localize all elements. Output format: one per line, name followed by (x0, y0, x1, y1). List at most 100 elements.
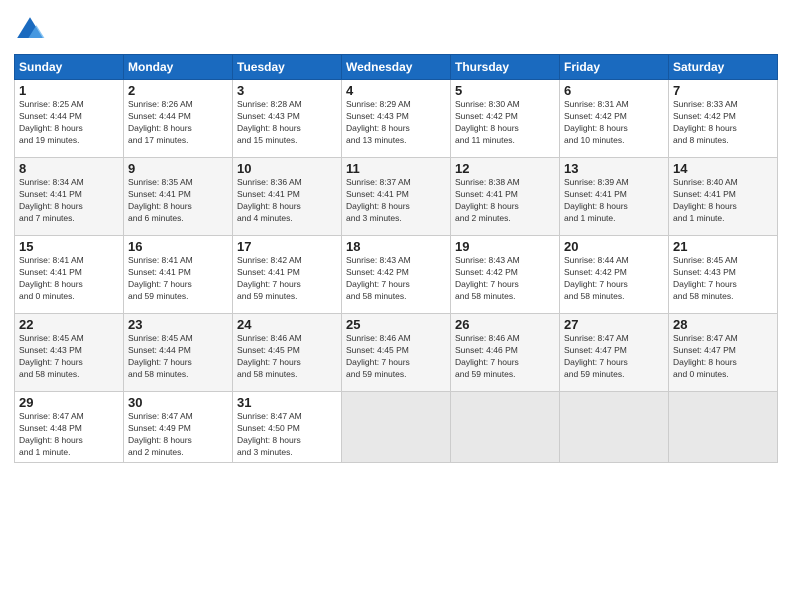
day-info: Sunrise: 8:26 AM Sunset: 4:44 PM Dayligh… (128, 99, 228, 147)
day-info: Sunrise: 8:47 AM Sunset: 4:47 PM Dayligh… (673, 333, 773, 381)
day-info: Sunrise: 8:42 AM Sunset: 4:41 PM Dayligh… (237, 255, 337, 303)
day-info: Sunrise: 8:39 AM Sunset: 4:41 PM Dayligh… (564, 177, 664, 225)
week-row-5: 29Sunrise: 8:47 AM Sunset: 4:48 PM Dayli… (15, 392, 778, 463)
day-cell (669, 392, 778, 463)
day-info: Sunrise: 8:45 AM Sunset: 4:44 PM Dayligh… (128, 333, 228, 381)
day-cell: 3Sunrise: 8:28 AM Sunset: 4:43 PM Daylig… (233, 80, 342, 158)
day-info: Sunrise: 8:38 AM Sunset: 4:41 PM Dayligh… (455, 177, 555, 225)
day-number: 7 (673, 83, 773, 98)
day-number: 26 (455, 317, 555, 332)
logo-icon (14, 14, 46, 46)
day-number: 4 (346, 83, 446, 98)
day-info: Sunrise: 8:41 AM Sunset: 4:41 PM Dayligh… (19, 255, 119, 303)
week-row-4: 22Sunrise: 8:45 AM Sunset: 4:43 PM Dayli… (15, 314, 778, 392)
day-info: Sunrise: 8:46 AM Sunset: 4:45 PM Dayligh… (237, 333, 337, 381)
day-number: 20 (564, 239, 664, 254)
day-number: 6 (564, 83, 664, 98)
week-row-2: 8Sunrise: 8:34 AM Sunset: 4:41 PM Daylig… (15, 158, 778, 236)
day-info: Sunrise: 8:29 AM Sunset: 4:43 PM Dayligh… (346, 99, 446, 147)
day-info: Sunrise: 8:45 AM Sunset: 4:43 PM Dayligh… (673, 255, 773, 303)
page-container: SundayMondayTuesdayWednesdayThursdayFrid… (0, 0, 792, 473)
day-number: 15 (19, 239, 119, 254)
day-number: 18 (346, 239, 446, 254)
day-number: 14 (673, 161, 773, 176)
day-info: Sunrise: 8:40 AM Sunset: 4:41 PM Dayligh… (673, 177, 773, 225)
day-cell: 17Sunrise: 8:42 AM Sunset: 4:41 PM Dayli… (233, 236, 342, 314)
day-info: Sunrise: 8:25 AM Sunset: 4:44 PM Dayligh… (19, 99, 119, 147)
day-cell: 30Sunrise: 8:47 AM Sunset: 4:49 PM Dayli… (124, 392, 233, 463)
day-cell: 11Sunrise: 8:37 AM Sunset: 4:41 PM Dayli… (342, 158, 451, 236)
day-info: Sunrise: 8:46 AM Sunset: 4:45 PM Dayligh… (346, 333, 446, 381)
day-cell: 13Sunrise: 8:39 AM Sunset: 4:41 PM Dayli… (560, 158, 669, 236)
day-cell: 29Sunrise: 8:47 AM Sunset: 4:48 PM Dayli… (15, 392, 124, 463)
day-cell: 10Sunrise: 8:36 AM Sunset: 4:41 PM Dayli… (233, 158, 342, 236)
header-row: SundayMondayTuesdayWednesdayThursdayFrid… (15, 55, 778, 80)
day-info: Sunrise: 8:47 AM Sunset: 4:49 PM Dayligh… (128, 411, 228, 459)
day-number: 21 (673, 239, 773, 254)
header (14, 10, 778, 46)
day-number: 9 (128, 161, 228, 176)
day-info: Sunrise: 8:28 AM Sunset: 4:43 PM Dayligh… (237, 99, 337, 147)
day-number: 1 (19, 83, 119, 98)
day-cell: 31Sunrise: 8:47 AM Sunset: 4:50 PM Dayli… (233, 392, 342, 463)
day-info: Sunrise: 8:34 AM Sunset: 4:41 PM Dayligh… (19, 177, 119, 225)
header-cell-tuesday: Tuesday (233, 55, 342, 80)
day-number: 5 (455, 83, 555, 98)
week-row-1: 1Sunrise: 8:25 AM Sunset: 4:44 PM Daylig… (15, 80, 778, 158)
calendar-table: SundayMondayTuesdayWednesdayThursdayFrid… (14, 54, 778, 463)
day-cell: 25Sunrise: 8:46 AM Sunset: 4:45 PM Dayli… (342, 314, 451, 392)
day-number: 13 (564, 161, 664, 176)
day-number: 19 (455, 239, 555, 254)
day-cell (451, 392, 560, 463)
day-cell: 22Sunrise: 8:45 AM Sunset: 4:43 PM Dayli… (15, 314, 124, 392)
day-number: 11 (346, 161, 446, 176)
day-info: Sunrise: 8:35 AM Sunset: 4:41 PM Dayligh… (128, 177, 228, 225)
day-cell: 5Sunrise: 8:30 AM Sunset: 4:42 PM Daylig… (451, 80, 560, 158)
day-info: Sunrise: 8:47 AM Sunset: 4:48 PM Dayligh… (19, 411, 119, 459)
day-cell: 9Sunrise: 8:35 AM Sunset: 4:41 PM Daylig… (124, 158, 233, 236)
day-info: Sunrise: 8:31 AM Sunset: 4:42 PM Dayligh… (564, 99, 664, 147)
day-cell: 27Sunrise: 8:47 AM Sunset: 4:47 PM Dayli… (560, 314, 669, 392)
day-number: 27 (564, 317, 664, 332)
day-cell: 19Sunrise: 8:43 AM Sunset: 4:42 PM Dayli… (451, 236, 560, 314)
day-cell: 21Sunrise: 8:45 AM Sunset: 4:43 PM Dayli… (669, 236, 778, 314)
day-number: 24 (237, 317, 337, 332)
day-cell: 23Sunrise: 8:45 AM Sunset: 4:44 PM Dayli… (124, 314, 233, 392)
week-row-3: 15Sunrise: 8:41 AM Sunset: 4:41 PM Dayli… (15, 236, 778, 314)
day-cell: 6Sunrise: 8:31 AM Sunset: 4:42 PM Daylig… (560, 80, 669, 158)
day-cell: 4Sunrise: 8:29 AM Sunset: 4:43 PM Daylig… (342, 80, 451, 158)
logo (14, 14, 50, 46)
day-info: Sunrise: 8:45 AM Sunset: 4:43 PM Dayligh… (19, 333, 119, 381)
day-cell (342, 392, 451, 463)
day-number: 31 (237, 395, 337, 410)
day-number: 28 (673, 317, 773, 332)
day-cell: 24Sunrise: 8:46 AM Sunset: 4:45 PM Dayli… (233, 314, 342, 392)
day-number: 17 (237, 239, 337, 254)
day-cell: 16Sunrise: 8:41 AM Sunset: 4:41 PM Dayli… (124, 236, 233, 314)
day-info: Sunrise: 8:33 AM Sunset: 4:42 PM Dayligh… (673, 99, 773, 147)
day-number: 3 (237, 83, 337, 98)
day-cell: 18Sunrise: 8:43 AM Sunset: 4:42 PM Dayli… (342, 236, 451, 314)
day-number: 16 (128, 239, 228, 254)
day-info: Sunrise: 8:41 AM Sunset: 4:41 PM Dayligh… (128, 255, 228, 303)
day-info: Sunrise: 8:37 AM Sunset: 4:41 PM Dayligh… (346, 177, 446, 225)
header-cell-saturday: Saturday (669, 55, 778, 80)
day-number: 2 (128, 83, 228, 98)
day-info: Sunrise: 8:43 AM Sunset: 4:42 PM Dayligh… (455, 255, 555, 303)
day-info: Sunrise: 8:30 AM Sunset: 4:42 PM Dayligh… (455, 99, 555, 147)
day-number: 29 (19, 395, 119, 410)
day-info: Sunrise: 8:43 AM Sunset: 4:42 PM Dayligh… (346, 255, 446, 303)
day-cell: 14Sunrise: 8:40 AM Sunset: 4:41 PM Dayli… (669, 158, 778, 236)
day-cell: 28Sunrise: 8:47 AM Sunset: 4:47 PM Dayli… (669, 314, 778, 392)
day-cell: 7Sunrise: 8:33 AM Sunset: 4:42 PM Daylig… (669, 80, 778, 158)
day-cell (560, 392, 669, 463)
day-info: Sunrise: 8:44 AM Sunset: 4:42 PM Dayligh… (564, 255, 664, 303)
header-cell-thursday: Thursday (451, 55, 560, 80)
day-cell: 2Sunrise: 8:26 AM Sunset: 4:44 PM Daylig… (124, 80, 233, 158)
day-cell: 20Sunrise: 8:44 AM Sunset: 4:42 PM Dayli… (560, 236, 669, 314)
day-cell: 15Sunrise: 8:41 AM Sunset: 4:41 PM Dayli… (15, 236, 124, 314)
header-cell-monday: Monday (124, 55, 233, 80)
day-cell: 8Sunrise: 8:34 AM Sunset: 4:41 PM Daylig… (15, 158, 124, 236)
day-number: 10 (237, 161, 337, 176)
day-number: 8 (19, 161, 119, 176)
